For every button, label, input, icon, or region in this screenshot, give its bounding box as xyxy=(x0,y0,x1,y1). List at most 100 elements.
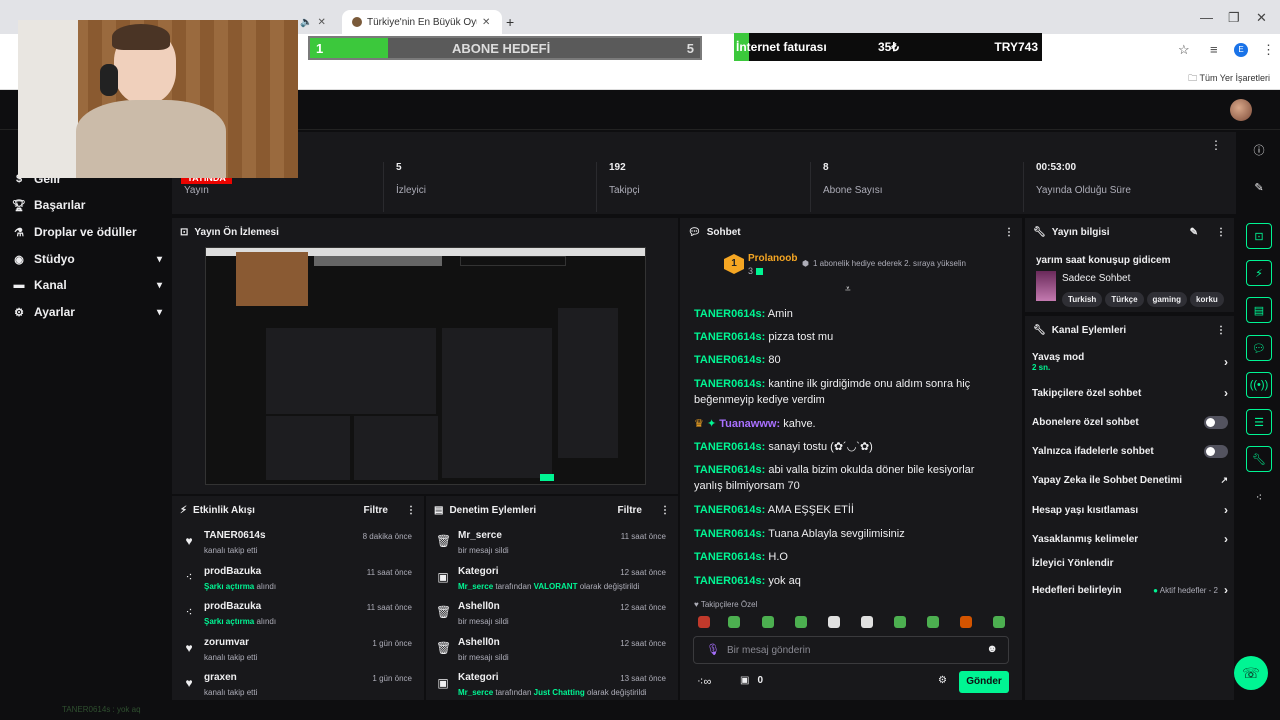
preview-inner-actions xyxy=(558,308,618,458)
sidebar-item-achievements[interactable]: 🏆︎ Başarılar xyxy=(12,198,162,212)
list-item[interactable]: ▣ Kategori Mr_serce tarafından VALORANT ol… xyxy=(426,562,678,598)
tab-audio[interactable]: 🔈 ✕ xyxy=(300,10,326,34)
emote-icon[interactable] xyxy=(828,616,840,628)
followers-chat-row[interactable]: Takipçilere özel sohbet › xyxy=(1032,386,1228,400)
list-item[interactable]: 🗑︎ Ashell0n bir mesajı sildi 12 saat önce xyxy=(426,597,678,633)
chat-username[interactable]: TANER0614s xyxy=(694,378,762,390)
profile-icon[interactable]: E xyxy=(1234,43,1248,57)
tag-chip[interactable]: Türkçe xyxy=(1105,292,1144,307)
chat-message: TANER0614s: H.O xyxy=(694,551,788,563)
emote-icon[interactable] xyxy=(861,616,873,628)
media-icon[interactable]: ≡ xyxy=(1210,42,1218,57)
sidebar-item-drops[interactable]: ⚗︎ Droplar ve ödüller xyxy=(12,225,162,239)
kebab-menu-icon[interactable]: ⋮ xyxy=(1210,138,1222,152)
filter-button[interactable]: Filtre xyxy=(618,505,642,516)
chevron-down-icon: ▾ xyxy=(156,253,162,265)
crown-badge-icon: ♛ xyxy=(694,418,704,430)
chat-username[interactable]: TANER0614s xyxy=(694,464,762,476)
chat-input[interactable]: 🎙︎ Bir mesaj gönderin ☻ xyxy=(693,636,1009,664)
redirect-row[interactable]: İzleyici Yönlendir xyxy=(1032,558,1228,569)
maximize-icon[interactable]: ❐ xyxy=(1228,10,1240,26)
chat-message: TANER0614s: Tuana Ablayla sevgilimisiniz xyxy=(694,528,905,540)
sidebar-item-channel[interactable]: ▬ Kanal ▾ xyxy=(12,278,163,292)
ai-mod-row[interactable]: Yapay Zeka ile Sohbet Denetimi ↗ xyxy=(1032,475,1228,486)
list-item[interactable]: 🗑︎ Mr_serce bir mesajı sildi 11 saat önce xyxy=(426,526,678,562)
filter-button[interactable]: Filtre xyxy=(364,505,388,516)
chat-username[interactable]: TANER0614s xyxy=(694,504,762,516)
list-item[interactable]: ⁖ prodBazuka Şarkı açtırma alındı 11 saat ö… xyxy=(172,597,424,633)
list-item[interactable]: ♥ zorumvar kanalı takip etti 1 gün önce xyxy=(172,633,424,669)
list-item[interactable]: 🗑︎ Ashell0n bir mesajı sildi 12 saat önce xyxy=(426,633,678,669)
sidebar-item-studio[interactable]: ◉ Stüdyo ▾ xyxy=(12,252,162,266)
mod-desc: bir mesajı sildi xyxy=(458,617,509,626)
kebab-menu-icon[interactable]: ⋮ xyxy=(660,505,670,516)
wrench-icon[interactable]: 🔧︎ xyxy=(1246,446,1272,472)
new-tab-button[interactable]: + xyxy=(506,10,514,34)
bookmark-star-icon[interactable]: ☆ xyxy=(1178,42,1190,58)
collapse-icon[interactable]: ⩡ xyxy=(845,284,851,295)
emote-icon[interactable] xyxy=(795,616,807,628)
list-item[interactable]: ⁖ prodBazuka Şarkı açtırma alındı 11 saat ö… xyxy=(172,562,424,598)
mic-icon[interactable]: 🎙︎ xyxy=(706,643,720,656)
window-close-icon[interactable]: ✕ xyxy=(1256,10,1267,26)
edit-icon[interactable]: ✎ xyxy=(1190,227,1198,238)
clipboard-icon[interactable]: ▤ xyxy=(1246,297,1272,323)
chat-settings-icon[interactable]: ⚙ xyxy=(938,675,947,686)
kebab-menu-icon[interactable]: ⋮ xyxy=(1216,325,1226,336)
tag-chip[interactable]: gaming xyxy=(1146,292,1187,307)
subs-chat-toggle[interactable] xyxy=(1204,416,1228,429)
emote-icon[interactable] xyxy=(927,616,939,628)
list-item[interactable]: ♥ graxen kanalı takip etti 1 gün önce xyxy=(172,668,424,704)
broadcast-icon[interactable]: ((•)) xyxy=(1246,372,1272,398)
send-button[interactable]: Gönder xyxy=(959,671,1009,693)
chat-icon[interactable]: 💬︎ xyxy=(1246,335,1272,361)
goals-row[interactable]: Hedefleri belirleyin ● Aktif hedefler - 2… xyxy=(1032,583,1228,597)
points-icon[interactable]: ⁖ xyxy=(1246,484,1272,510)
emote-icon[interactable] xyxy=(762,616,774,628)
chat-username[interactable]: TANER0614s xyxy=(694,308,762,320)
camera-icon[interactable]: ⊡ xyxy=(1246,223,1272,249)
chat-username[interactable]: TANER0614s xyxy=(694,331,762,343)
emote-icon[interactable] xyxy=(960,616,972,628)
tag-chip[interactable]: Turkish xyxy=(1062,292,1103,307)
minimize-icon[interactable]: — xyxy=(1200,10,1213,25)
chat-username[interactable]: TANER0614s xyxy=(694,354,762,366)
avatar[interactable] xyxy=(1230,99,1252,121)
info-icon[interactable]: ⓘ xyxy=(1246,137,1272,163)
all-bookmarks-folder[interactable]: 🗀 Tüm Yer İşaretleri xyxy=(1188,71,1270,87)
emote-icon[interactable] xyxy=(728,616,740,628)
points-infinity-icon[interactable]: ⁖∞ xyxy=(697,675,711,688)
slow-mode-row[interactable]: Yavaş mod 2 sn. › xyxy=(1032,352,1228,372)
age-restrict-row[interactable]: Hesap yaşı kısıtlaması › xyxy=(1032,503,1228,517)
emote-icon[interactable] xyxy=(894,616,906,628)
close-icon[interactable]: ✕ xyxy=(317,17,325,28)
chevron-right-icon: › xyxy=(1224,503,1228,517)
list-item[interactable]: ▣ Kategori Mr_serce tarafından Just Chatti… xyxy=(426,668,678,704)
emote-icon[interactable] xyxy=(698,616,710,628)
chat-username[interactable]: TANER0614s xyxy=(694,528,762,540)
tag-chip[interactable]: korku xyxy=(1190,292,1224,307)
emote-chat-toggle[interactable] xyxy=(1204,445,1228,458)
kebab-menu-icon[interactable]: ⋮ xyxy=(1004,227,1014,238)
help-chat-button[interactable]: ☏ xyxy=(1234,656,1268,690)
banned-words-row[interactable]: Yasaklanmış kelimeler › xyxy=(1032,532,1228,546)
emote-icon[interactable] xyxy=(993,616,1005,628)
kebab-menu-icon[interactable]: ⋮ xyxy=(1262,42,1275,58)
kebab-menu-icon[interactable]: ⋮ xyxy=(1216,227,1226,238)
emoji-icon[interactable]: ☻ xyxy=(986,643,998,655)
chat-username[interactable]: TANER0614s xyxy=(694,441,762,453)
list-item[interactable]: ♥ TANER0614s kanalı takip etti 8 dakika önc… xyxy=(172,526,424,562)
sidebar-item-settings[interactable]: ⚙ Ayarlar ▾ xyxy=(12,305,162,319)
chat-username[interactable]: TANER0614s xyxy=(694,551,762,563)
chat-username[interactable]: Tuanawww xyxy=(719,418,776,430)
tab-active[interactable]: Türkiye'nin En Büyük Oyuncu D ✕ xyxy=(342,10,502,34)
stream-category[interactable]: Sadece Sohbet xyxy=(1062,273,1130,284)
list-icon[interactable]: ☰ xyxy=(1246,409,1272,435)
edit-icon[interactable]: ✎ xyxy=(1246,174,1272,200)
bolt-icon[interactable]: ⚡︎ xyxy=(1246,260,1272,286)
chat-username[interactable]: TANER0614s xyxy=(694,575,762,587)
pinned-user[interactable]: Prolanoob xyxy=(748,253,797,264)
kebab-menu-icon[interactable]: ⋮ xyxy=(406,505,416,516)
stream-preview-video[interactable] xyxy=(205,247,646,485)
close-icon[interactable]: ✕ xyxy=(482,17,490,28)
